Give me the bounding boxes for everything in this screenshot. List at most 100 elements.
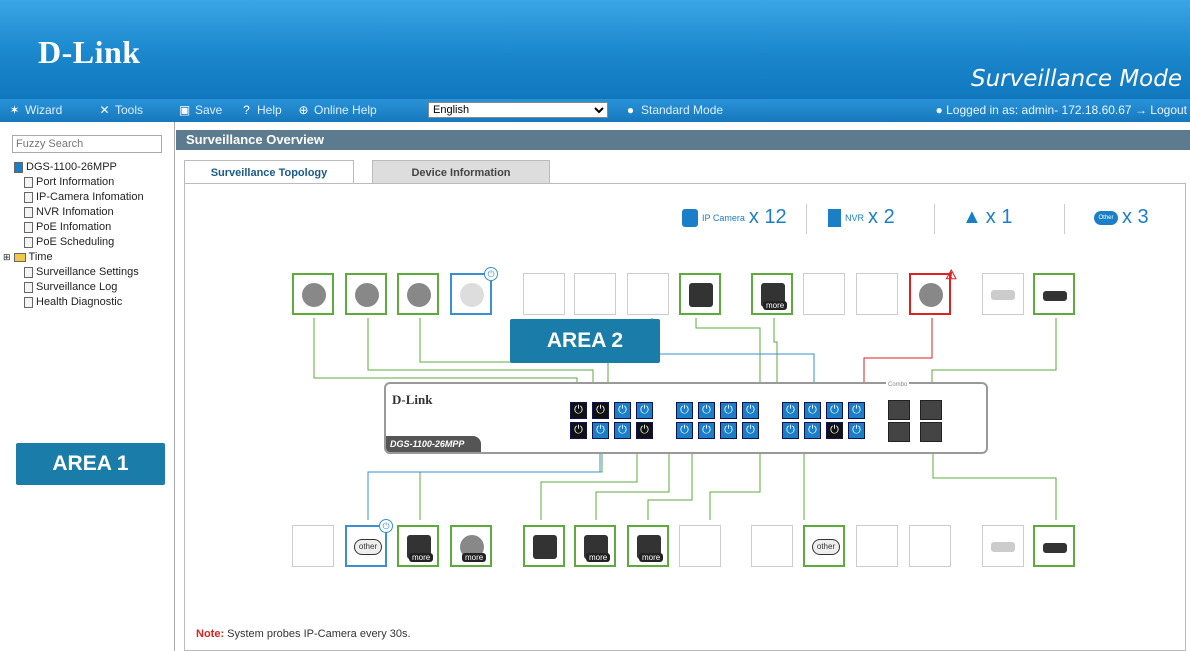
empty-slot bbox=[856, 273, 898, 315]
switch-slot[interactable] bbox=[982, 273, 1024, 315]
mode-icon: ● bbox=[626, 102, 635, 117]
port[interactable]: ⏻ bbox=[804, 422, 821, 439]
tree-item-nvr[interactable]: NVR Infomation bbox=[14, 205, 144, 220]
nav-tree: DGS-1100-26MPP Port Information IP-Camer… bbox=[3, 160, 144, 310]
port[interactable]: ⏻ bbox=[742, 402, 759, 419]
power-icon[interactable]: ⏻ bbox=[484, 267, 498, 281]
port[interactable]: ⏻ bbox=[720, 422, 737, 439]
expand-icon[interactable]: ⊞ bbox=[3, 250, 11, 265]
ip-camera-slot[interactable] bbox=[292, 273, 334, 315]
port[interactable]: ⏻ bbox=[570, 422, 587, 439]
port[interactable]: ⏻ bbox=[720, 402, 737, 419]
nvr-icon bbox=[689, 283, 713, 307]
switch-icon bbox=[991, 290, 1015, 300]
help-icon: ? bbox=[243, 102, 250, 117]
nvr-slot[interactable]: more bbox=[751, 273, 793, 315]
tools-button[interactable]: ✕ Tools bbox=[98, 103, 143, 117]
sfp-port[interactable] bbox=[920, 422, 942, 442]
document-icon bbox=[24, 297, 33, 308]
main-content: Surveillance Overview Surveillance Topol… bbox=[176, 122, 1190, 651]
sfp-port[interactable] bbox=[888, 422, 910, 442]
other-device-slot[interactable]: other bbox=[803, 525, 845, 567]
combo-label: Combo bbox=[886, 382, 910, 388]
language-select[interactable]: English bbox=[428, 102, 608, 118]
wizard-button[interactable]: ✶ Wizard bbox=[8, 103, 62, 117]
switch-slot[interactable] bbox=[1033, 525, 1075, 567]
ip-camera-slot[interactable] bbox=[397, 273, 439, 315]
ip-camera-slot[interactable]: ⏻ bbox=[450, 267, 498, 315]
port[interactable]: ⏻ bbox=[782, 422, 799, 439]
port[interactable]: ⏻ bbox=[826, 402, 843, 419]
other-device-slot[interactable]: other ⏻ bbox=[345, 519, 393, 567]
empty-slot bbox=[679, 525, 721, 567]
nvr-icon bbox=[533, 535, 557, 559]
document-icon bbox=[24, 177, 33, 188]
tree-item-poe-info[interactable]: PoE Infomation bbox=[14, 220, 144, 235]
header: D-Link Surveillance Mode bbox=[0, 0, 1190, 99]
online-help-button[interactable]: ⊕ Online Help bbox=[297, 103, 376, 117]
ip-camera-slot[interactable] bbox=[345, 273, 387, 315]
tree-item-port-info[interactable]: Port Information bbox=[14, 175, 144, 190]
port[interactable]: ⏻ bbox=[698, 422, 715, 439]
user-status: ● Logged in as: admin- 172.18.60.67 → Lo… bbox=[935, 103, 1187, 117]
help-button[interactable]: ? Help bbox=[240, 103, 282, 117]
switch-icon bbox=[1043, 543, 1067, 553]
document-icon bbox=[24, 192, 33, 203]
search-input[interactable] bbox=[12, 135, 162, 153]
nvr-slot[interactable]: more bbox=[627, 525, 669, 567]
user-icon: ● bbox=[935, 103, 943, 117]
tree-item-ip-camera[interactable]: IP-Camera Infomation bbox=[14, 190, 144, 205]
camera-icon bbox=[407, 283, 431, 307]
sfp-port[interactable] bbox=[920, 400, 942, 420]
sfp-port[interactable] bbox=[888, 400, 910, 420]
power-icon[interactable]: ⏻ bbox=[379, 519, 393, 533]
nvr-slot[interactable] bbox=[679, 273, 721, 315]
tree-item-poe-scheduling[interactable]: PoE Scheduling bbox=[14, 235, 144, 250]
save-button[interactable]: ▣ Save bbox=[178, 102, 223, 117]
nvr-slot[interactable]: more bbox=[574, 525, 616, 567]
switch-icon bbox=[991, 542, 1015, 552]
port[interactable]: ⏻ bbox=[636, 422, 653, 439]
port[interactable]: ⏻ bbox=[592, 422, 609, 439]
document-icon bbox=[24, 267, 33, 278]
save-icon: ▣ bbox=[178, 102, 191, 117]
port[interactable]: ⏻ bbox=[698, 402, 715, 419]
port[interactable]: ⏻ bbox=[848, 422, 865, 439]
more-badge: more bbox=[639, 553, 664, 562]
more-badge: more bbox=[763, 301, 788, 310]
note: Note: System probes IP-Camera every 30s. bbox=[196, 628, 411, 640]
port[interactable]: ⏻ bbox=[826, 422, 843, 439]
switch-icon bbox=[1043, 291, 1067, 301]
port[interactable]: ⏻ bbox=[592, 402, 609, 419]
nvr-slot[interactable]: more bbox=[397, 525, 439, 567]
port[interactable]: ⏻ bbox=[742, 422, 759, 439]
tree-item-health-diagnostic[interactable]: Health Diagnostic bbox=[14, 295, 144, 310]
empty-slot bbox=[523, 273, 565, 315]
switch-model: DGS-1100-26MPP bbox=[386, 436, 481, 452]
port[interactable]: ⏻ bbox=[636, 402, 653, 419]
tree-item-surveillance-settings[interactable]: Surveillance Settings bbox=[14, 265, 144, 280]
logout-link[interactable]: Logout bbox=[1150, 103, 1187, 117]
switch-slot[interactable] bbox=[982, 525, 1024, 567]
document-icon bbox=[24, 222, 33, 233]
port[interactable]: ⏻ bbox=[570, 402, 587, 419]
port[interactable]: ⏻ bbox=[848, 402, 865, 419]
port[interactable]: ⏻ bbox=[676, 402, 693, 419]
more-badge: more bbox=[462, 553, 487, 562]
ip-camera-slot[interactable]: more bbox=[450, 525, 492, 567]
empty-slot bbox=[627, 273, 669, 315]
folder-icon bbox=[13, 253, 26, 262]
empty-slot bbox=[292, 525, 334, 567]
standard-mode-button[interactable]: ● Standard Mode bbox=[624, 103, 723, 117]
port[interactable]: ⏻ bbox=[676, 422, 693, 439]
port[interactable]: ⏻ bbox=[782, 402, 799, 419]
port[interactable]: ⏻ bbox=[614, 422, 631, 439]
tree-item-device[interactable]: DGS-1100-26MPP bbox=[14, 160, 144, 175]
ip-camera-alert-slot[interactable]: ⚠ bbox=[909, 267, 957, 315]
nvr-slot[interactable] bbox=[523, 525, 565, 567]
port[interactable]: ⏻ bbox=[614, 402, 631, 419]
port[interactable]: ⏻ bbox=[804, 402, 821, 419]
tree-item-time[interactable]: ⊞ Time bbox=[3, 250, 144, 265]
tree-item-surveillance-log[interactable]: Surveillance Log bbox=[14, 280, 144, 295]
switch-slot[interactable] bbox=[1033, 273, 1075, 315]
